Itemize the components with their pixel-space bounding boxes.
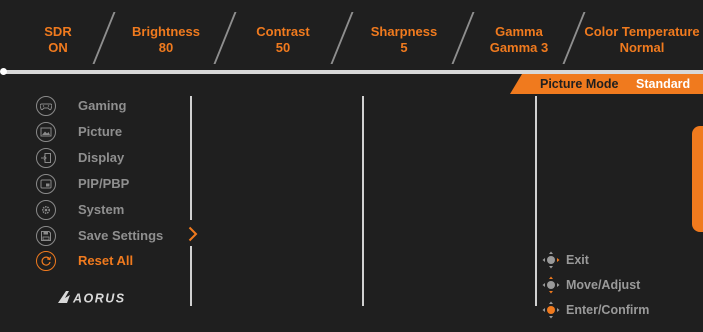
divider-endpoint [0,68,7,75]
status-color-temperature-value: Normal [619,40,665,55]
status-separator [451,12,475,64]
menu-item-picture[interactable]: Picture [36,122,186,144]
picture-mode-value: Standard [636,77,691,91]
hint-label: Move/Adjust [566,278,641,292]
hint-label: Exit [566,253,589,267]
joystick-icon [542,251,560,269]
column-divider [362,96,364,306]
hint-label: Enter/Confirm [566,303,650,317]
status-contrast-value: 50 [275,40,291,55]
status-sdr-value: ON [48,40,68,55]
column-divider [190,96,192,220]
menu-item-label: Display [78,150,125,165]
status-brightness-value: 80 [158,40,174,55]
status-gamma: Gamma Gamma 3 [479,24,559,56]
display-input-icon [36,148,56,168]
joystick-icon [542,301,560,319]
status-separator [92,12,116,64]
header-divider [3,70,703,74]
menu-item-gaming[interactable]: Gaming [36,96,186,118]
picture-icon [36,122,56,142]
status-sdr: SDR ON [36,24,80,56]
status-sharpness-name: Sharpness [370,24,438,39]
brand-logo-text: AORUS [72,292,126,306]
status-bar: SDR ON Brightness 80 Contrast 50 Sharpne… [0,0,703,74]
status-gamma-value: Gamma 3 [489,40,549,55]
status-sharpness: Sharpness 5 [364,24,444,56]
menu-item-label: Save Settings [78,228,164,243]
menu-item-label: PIP/PBP [78,176,130,191]
gamepad-icon [36,96,56,116]
aorus-logo: AORUS [58,291,126,306]
menu-item-display[interactable]: Display [36,148,186,170]
status-sdr-name: SDR [44,24,72,39]
menu-item-label: Gaming [78,98,127,113]
menu-item-reset-all[interactable]: Reset All [36,251,186,273]
status-separator [330,12,354,64]
column-divider [535,96,537,306]
menu-item-pip-pbp[interactable]: PIP/PBP [36,174,186,196]
pip-pbp-icon [36,174,56,194]
side-scroll-tab [692,126,703,232]
status-contrast: Contrast 50 [248,24,318,56]
save-icon [36,226,56,246]
status-gamma-name: Gamma [495,24,543,39]
joystick-icon [542,276,560,294]
submenu-arrow-icon [188,226,198,242]
status-brightness: Brightness 80 [126,24,206,56]
picture-mode-label: Picture Mode [540,77,619,91]
status-color-temperature-name: Color Temperature [584,24,700,39]
status-brightness-name: Brightness [132,24,200,39]
status-color-temperature: Color Temperature Normal [583,24,701,56]
column-divider [190,246,192,306]
menu-item-label: Reset All [78,253,134,268]
reset-icon [36,251,56,271]
status-sharpness-value: 5 [400,40,408,55]
osd-menu: SDR ON Brightness 80 Contrast 50 Sharpne… [0,0,703,332]
menu-item-system[interactable]: System [36,200,186,222]
menu-item-label: Picture [78,124,123,139]
status-separator [213,12,237,64]
gear-icon [36,200,56,220]
menu-item-label: System [78,202,125,217]
menu-item-save-settings[interactable]: Save Settings [36,226,186,248]
status-contrast-name: Contrast [256,24,310,39]
